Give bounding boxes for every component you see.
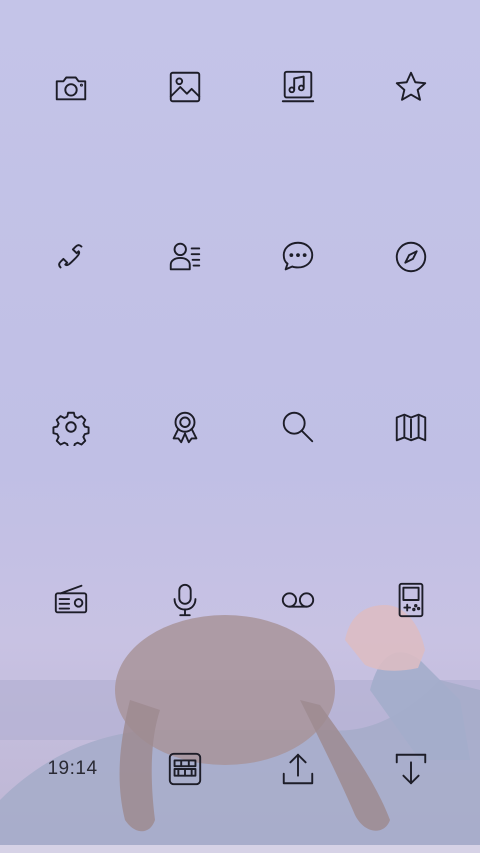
camera-icon[interactable] xyxy=(41,57,101,117)
contacts-icon[interactable] xyxy=(155,227,215,287)
radio-icon[interactable] xyxy=(41,570,101,630)
share-upload-icon[interactable] xyxy=(268,739,328,799)
star-icon[interactable] xyxy=(381,57,441,117)
voicemail-icon[interactable] xyxy=(268,570,328,630)
microphone-icon[interactable] xyxy=(155,570,215,630)
music-icon[interactable] xyxy=(268,57,328,117)
gallery-icon[interactable] xyxy=(155,57,215,117)
compass-icon[interactable] xyxy=(381,227,441,287)
search-icon[interactable] xyxy=(268,397,328,457)
clock-time: 19:14 xyxy=(47,758,98,779)
game-console-icon[interactable] xyxy=(381,570,441,630)
download-icon[interactable] xyxy=(381,739,441,799)
settings-icon[interactable] xyxy=(41,397,101,457)
award-icon[interactable] xyxy=(155,397,215,457)
messages-icon[interactable] xyxy=(268,227,328,287)
phone-icon[interactable] xyxy=(41,227,101,287)
map-icon[interactable] xyxy=(381,397,441,457)
app-drawer-icon[interactable] xyxy=(155,739,215,799)
